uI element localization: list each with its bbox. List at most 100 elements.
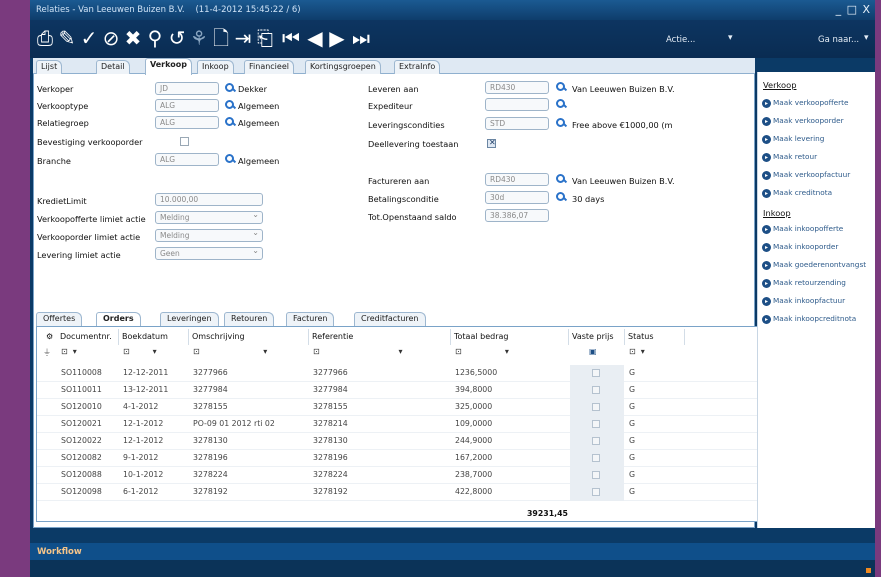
factureren-field[interactable]: RD430 (485, 173, 549, 186)
undo-icon[interactable]: ↺ (166, 25, 188, 51)
actie-menu[interactable]: Actie... (666, 35, 695, 45)
column-referentie[interactable]: Referentie (309, 329, 451, 345)
save-icon[interactable]: ⎙ (34, 25, 56, 51)
find-icon[interactable]: ⚲ (144, 25, 166, 51)
tab-kortingsgroepen[interactable]: Kortingsgroepen (305, 60, 381, 74)
verkoper-field[interactable]: JD (155, 82, 219, 95)
vaste-prijs-checkbox[interactable] (592, 403, 600, 411)
betaling-field[interactable]: 30d (485, 191, 549, 204)
vo-limiet-select[interactable]: Melding (155, 211, 263, 224)
inkoop-link[interactable]: ▸ Maak retourzending (762, 278, 846, 288)
filter-omschrijving[interactable]: ⊡ ▾ (193, 347, 267, 361)
ganaar-menu[interactable]: Ga naar... (818, 35, 859, 45)
workflow-label[interactable]: Workflow (37, 547, 82, 557)
filter-icon[interactable]: ⏚ (43, 347, 51, 361)
column-documentnr[interactable]: Documentnr. (57, 329, 119, 345)
inkoop-link[interactable]: ▸ Maak inkoopfactuur (762, 296, 845, 306)
cancel-icon[interactable]: ⊘ (100, 25, 122, 51)
search-icon[interactable] (225, 154, 235, 164)
tab-offertes[interactable]: Offertes (36, 312, 83, 326)
table-row[interactable]: SO110011 13-12-2011 3277984 3277984 394,8000… (37, 382, 767, 399)
verkoop-link[interactable]: ▸ Maak verkoopofferte (762, 98, 848, 108)
inkoop-link[interactable]: ▸ Maak goederenontvangst (762, 260, 866, 270)
tab-inkoop[interactable]: Inkoop (197, 60, 234, 74)
tab-retouren[interactable]: Retouren (224, 312, 275, 326)
table-row[interactable]: SO120082 9-1-2012 3278196 3278196 167,2000 G (37, 450, 767, 467)
search-icon[interactable] (556, 82, 566, 92)
window-controls[interactable]: _ □ X (836, 3, 871, 16)
next-record-icon[interactable]: ▶ (326, 25, 348, 51)
tab-financieel[interactable]: Financieel (244, 60, 294, 74)
verkoop-link[interactable]: ▸ Maak retour (762, 152, 817, 162)
verkoop-link[interactable]: ▸ Maak verkooporder (762, 116, 844, 126)
leveringscond-field[interactable]: STD (485, 117, 549, 130)
column-vaste-prijs[interactable]: Vaste prijs (569, 329, 625, 345)
grid-settings-icon[interactable]: ⚙ (43, 329, 55, 345)
filter-boekdatum[interactable]: ⊡ ▾ (123, 347, 157, 361)
table-row[interactable]: SO120088 10-1-2012 3278224 3278224 238,7000 G (37, 467, 767, 484)
column-status[interactable]: Status (625, 329, 685, 345)
column-totaal-bedrag[interactable]: Totaal bedrag (451, 329, 569, 345)
previous-record-icon[interactable]: ◀ (304, 25, 326, 51)
vaste-prijs-checkbox[interactable] (592, 488, 600, 496)
tab-extrainfo[interactable]: ExtraInfo (394, 60, 441, 74)
filter-vaste-prijs[interactable]: ▣ (589, 347, 597, 361)
vord-limiet-select[interactable]: Melding (155, 229, 263, 242)
edit-icon[interactable]: ✎ (56, 25, 78, 51)
vaste-prijs-checkbox[interactable] (592, 369, 600, 377)
filter-documentnr[interactable]: ⊡ ▾ (61, 347, 77, 361)
table-row[interactable]: SO120098 6-1-2012 3278192 3278192 422,8000 G (37, 484, 767, 501)
export-icon[interactable]: ⇥ (232, 25, 254, 51)
inkoop-link[interactable]: ▸ Maak inkoopcreditnota (762, 314, 856, 324)
relatiegroep-field[interactable]: ALG (155, 116, 219, 129)
vaste-prijs-checkbox[interactable] (592, 386, 600, 394)
last-record-icon[interactable]: ⏭ (350, 25, 372, 51)
print-icon[interactable]: ⎗ (254, 25, 276, 51)
lev-limiet-select[interactable]: Geen (155, 247, 263, 260)
verkoop-link[interactable]: ▸ Maak levering (762, 134, 824, 144)
bevestiging-checkbox[interactable] (180, 137, 189, 146)
filter-status[interactable]: ⊡ ▾ (629, 347, 645, 361)
table-row[interactable]: SO110008 12-12-2011 3277966 3277966 1236,500… (37, 365, 767, 382)
verkoop-link[interactable]: ▸ Maak creditnota (762, 188, 832, 198)
search-icon[interactable] (225, 117, 235, 127)
expediteur-field[interactable] (485, 98, 549, 111)
table-row[interactable]: SO120021 12-1-2012 PO-09 01 2012 rti 02 327… (37, 416, 767, 433)
inkoop-link[interactable]: ▸ Maak inkooporder (762, 242, 838, 252)
tab-verkoop[interactable]: Verkoop (145, 58, 192, 75)
search-icon[interactable] (556, 99, 566, 109)
document-icon[interactable]: 🗋 (210, 25, 232, 51)
search-icon[interactable] (225, 83, 235, 93)
search-icon[interactable] (225, 100, 235, 110)
attach-icon[interactable]: ⚘ (188, 25, 210, 51)
search-icon[interactable] (556, 174, 566, 184)
search-icon[interactable] (556, 118, 566, 128)
vaste-prijs-checkbox[interactable] (592, 471, 600, 479)
tab-lijst[interactable]: Lijst (36, 60, 63, 74)
column-boekdatum[interactable]: Boekdatum (119, 329, 189, 345)
actie-dropdown-icon[interactable]: ▾ (728, 33, 733, 43)
filter-totaal[interactable]: ⊡ ▾ (455, 347, 509, 361)
table-row[interactable]: SO120010 4-1-2012 3278155 3278155 325,0000 G (37, 399, 767, 416)
vaste-prijs-checkbox[interactable] (592, 420, 600, 428)
branche-field[interactable]: ALG (155, 153, 219, 166)
kredietlimit-field[interactable]: 10.000,00 (155, 193, 263, 206)
first-record-icon[interactable]: ⏮ (280, 25, 302, 51)
tab-creditfacturen[interactable]: Creditfacturen (354, 312, 426, 326)
table-row[interactable]: SO120022 12-1-2012 3278130 3278130 244,9000 G (37, 433, 767, 450)
verkoop-link[interactable]: ▸ Maak verkoopfactuur (762, 170, 850, 180)
tab-detail[interactable]: Detail (96, 60, 130, 74)
filter-referentie[interactable]: ⊡ ▾ (313, 347, 403, 361)
inkoop-link[interactable]: ▸ Maak inkoopofferte (762, 224, 843, 234)
column-omschrijving[interactable]: Omschrijving (189, 329, 309, 345)
vaste-prijs-checkbox[interactable] (592, 454, 600, 462)
search-icon[interactable] (556, 192, 566, 202)
verkooptype-field[interactable]: ALG (155, 99, 219, 112)
vaste-prijs-checkbox[interactable] (592, 437, 600, 445)
tab-facturen[interactable]: Facturen (286, 312, 335, 326)
leveren-field[interactable]: RD430 (485, 81, 549, 94)
ganaar-dropdown-icon[interactable]: ▾ (864, 33, 869, 43)
tab-leveringen[interactable]: Leveringen (160, 312, 219, 326)
check-icon[interactable]: ✓ (78, 25, 100, 51)
deellevering-checkbox[interactable] (487, 138, 496, 148)
